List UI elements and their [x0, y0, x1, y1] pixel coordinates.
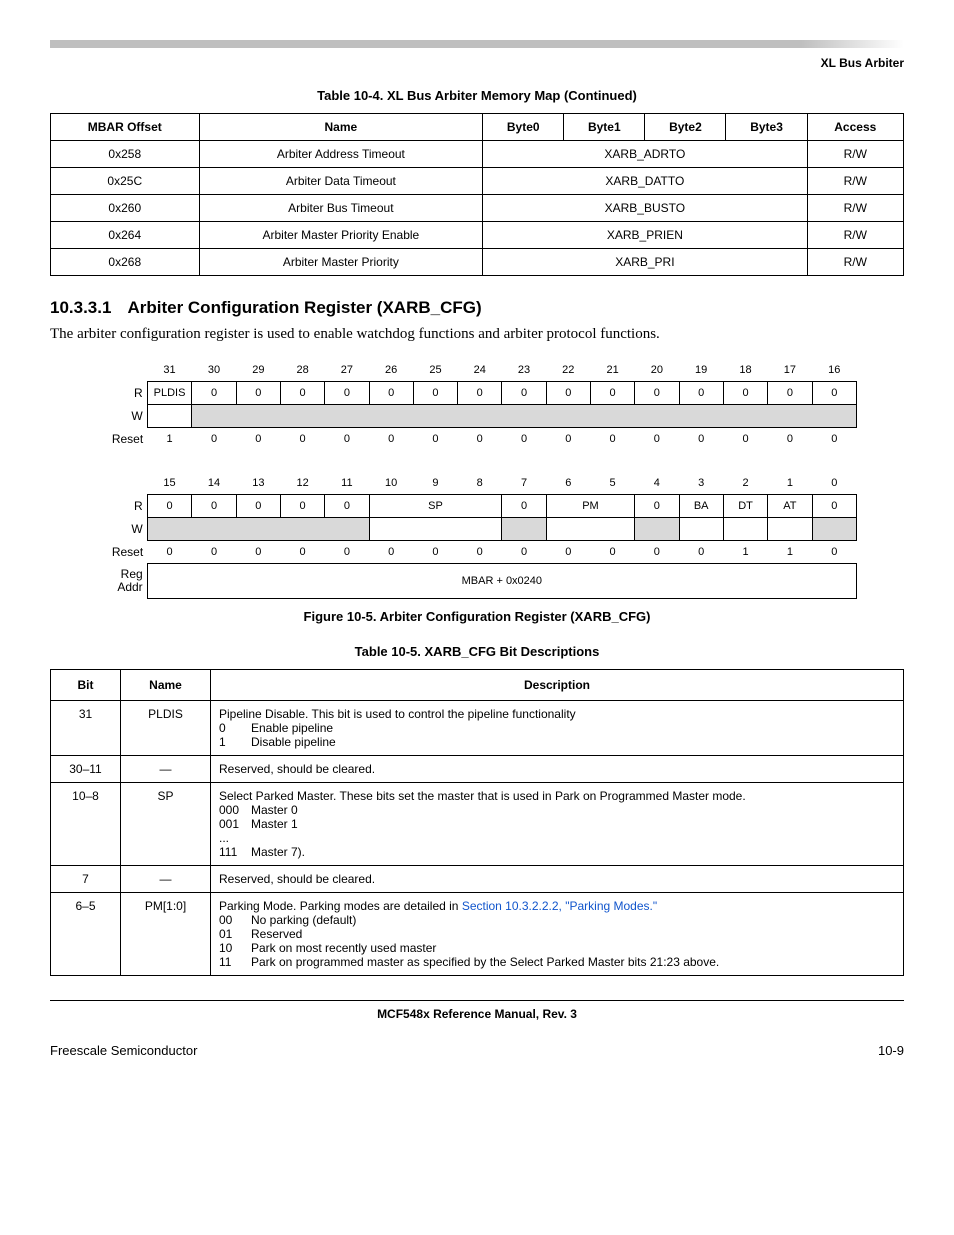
col-byte0: Byte0	[483, 114, 564, 141]
r-row-hi: R PLDIS000 0000 0000 0000	[97, 382, 857, 405]
footer-right: 10-9	[878, 1043, 904, 1058]
table-row: 0x260Arbiter Bus TimeoutXARB_BUSTOR/W	[51, 195, 904, 222]
footer-title: MCF548x Reference Manual, Rev. 3	[50, 1007, 904, 1021]
col-access: Access	[807, 114, 903, 141]
table-10-4: MBAR Offset Name Byte0 Byte1 Byte2 Byte3…	[50, 113, 904, 276]
section-title: Arbiter Configuration Register (XARB_CFG…	[127, 298, 481, 317]
top-gradient-bar	[50, 40, 904, 48]
figure-10-5-register: 31302928 27262524 23222120 19181716 R PL…	[97, 359, 857, 599]
reset-row-hi: Reset 1000 0000 0000 0000	[97, 428, 857, 451]
col-byte2: Byte2	[645, 114, 726, 141]
col-name: Name	[121, 670, 211, 701]
col-name: Name	[199, 114, 483, 141]
col-bit: Bit	[51, 670, 121, 701]
col-byte1: Byte1	[564, 114, 645, 141]
footer-rule	[50, 1000, 904, 1001]
w-row-lo: W	[97, 518, 857, 541]
table-row: 7—Reserved, should be cleared.	[51, 866, 904, 893]
table-row: 10–8SPSelect Parked Master. These bits s…	[51, 783, 904, 866]
w-row-hi: W	[97, 405, 857, 428]
col-description: Description	[211, 670, 904, 701]
table-row: 31PLDISPipeline Disable. This bit is use…	[51, 701, 904, 756]
bit-numbers-lo: 15141312 111098 7654 3210	[97, 472, 857, 495]
table-row: Bit Name Description	[51, 670, 904, 701]
col-mbar-offset: MBAR Offset	[51, 114, 200, 141]
cross-ref-link[interactable]: Section 10.3.2.2.2, "Parking Modes."	[462, 899, 657, 913]
table-10-5: Bit Name Description 31PLDISPipeline Dis…	[50, 669, 904, 976]
table-row: MBAR Offset Name Byte0 Byte1 Byte2 Byte3…	[51, 114, 904, 141]
running-head: XL Bus Arbiter	[50, 56, 904, 70]
table-row: 0x25CArbiter Data TimeoutXARB_DATTOR/W	[51, 168, 904, 195]
table-row: 0x268Arbiter Master PriorityXARB_PRIR/W	[51, 249, 904, 276]
reset-row-lo: Reset 0000 0000 0000 0110	[97, 541, 857, 564]
section-number: 10.3.3.1	[50, 298, 111, 317]
table-row: 0x264Arbiter Master Priority EnableXARB_…	[51, 222, 904, 249]
bit-numbers-hi: 31302928 27262524 23222120 19181716	[97, 359, 857, 382]
figure-10-5-caption: Figure 10-5. Arbiter Configuration Regis…	[50, 609, 904, 624]
r-row-lo: R 00000 SP 0 PM 0 BA DT AT 0	[97, 495, 857, 518]
table-row: 0x258Arbiter Address TimeoutXARB_ADRTOR/…	[51, 141, 904, 168]
reg-addr-row: RegAddr MBAR + 0x0240	[97, 564, 857, 599]
table-10-4-caption: Table 10-4. XL Bus Arbiter Memory Map (C…	[50, 88, 904, 103]
section-body: The arbiter configuration register is us…	[50, 326, 904, 343]
table-row: 6–5PM[1:0]Parking Mode. Parking modes ar…	[51, 893, 904, 976]
col-byte3: Byte3	[726, 114, 807, 141]
table-row: 30–11—Reserved, should be cleared.	[51, 756, 904, 783]
table-10-5-caption: Table 10-5. XARB_CFG Bit Descriptions	[50, 644, 904, 659]
section-heading: 10.3.3.1 Arbiter Configuration Register (…	[50, 298, 904, 318]
footer-left: Freescale Semiconductor	[50, 1043, 197, 1058]
